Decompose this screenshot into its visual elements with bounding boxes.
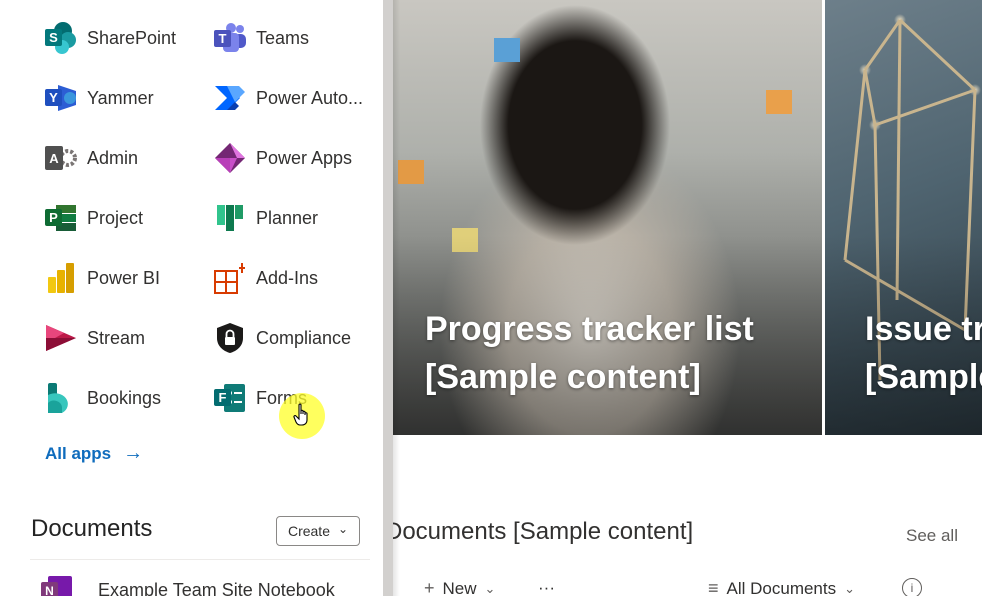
- more-actions-button[interactable]: ···: [538, 578, 555, 596]
- hero-title-line: [Sample content]: [425, 358, 701, 396]
- new-button[interactable]: + New ⌄: [424, 578, 495, 596]
- hero-tile-issue-tracker[interactable]: Issue tra [Sample: [825, 0, 982, 435]
- app-yammer[interactable]: Y Yammer: [44, 78, 154, 118]
- hero-title-line: Progress tracker list: [425, 310, 754, 348]
- app-sharepoint[interactable]: S SharePoint: [44, 18, 176, 58]
- teams-icon: T: [213, 21, 247, 55]
- arrow-right-icon: →: [123, 442, 144, 464]
- view-options-icon: ≡: [708, 578, 719, 596]
- documents-title: Documents: [31, 515, 153, 542]
- sharepoint-icon: S: [44, 21, 78, 55]
- svg-text:P: P: [49, 210, 58, 225]
- svg-text:N: N: [45, 584, 54, 596]
- chevron-down-icon: ⌄: [337, 522, 349, 536]
- svg-text:A: A: [49, 151, 59, 166]
- documents-section-heading: Documents [Sample content]: [385, 518, 694, 545]
- app-bookings[interactable]: Bookings: [44, 378, 161, 418]
- bookings-icon: [44, 381, 78, 415]
- sticky-note: [494, 38, 520, 62]
- see-all-link[interactable]: See all: [906, 526, 958, 546]
- all-apps-link[interactable]: All apps →: [45, 442, 143, 465]
- stream-icon: [44, 321, 78, 355]
- svg-text:T: T: [219, 31, 227, 46]
- power-bi-icon: [44, 261, 78, 295]
- project-icon: P: [44, 201, 78, 235]
- onenote-icon: N: [40, 576, 74, 596]
- app-planner[interactable]: Planner: [213, 198, 318, 238]
- hero-tile-progress-tracker[interactable]: Progress tracker list [Sample content]: [390, 0, 822, 435]
- app-admin[interactable]: A Admin: [44, 138, 138, 178]
- view-selector[interactable]: ≡ All Documents ⌄: [708, 578, 855, 596]
- hand-pointer-icon: [293, 403, 311, 432]
- app-launcher-panel: S SharePoint T Teams Y Yammer Power Auto…: [0, 0, 383, 596]
- hero-title: Progress tracker list [Sample content]: [425, 305, 805, 401]
- divider: [30, 559, 370, 560]
- chevron-down-icon: ⌄: [484, 580, 496, 596]
- svg-text:F: F: [219, 390, 227, 405]
- sticky-note: [398, 160, 424, 184]
- info-button[interactable]: i: [902, 578, 922, 596]
- app-power-bi[interactable]: Power BI: [44, 258, 160, 298]
- app-stream[interactable]: Stream: [44, 318, 145, 358]
- hero-title: Issue tra [Sample: [865, 305, 982, 401]
- hero-title-line: [Sample: [865, 358, 982, 396]
- app-project[interactable]: P Project: [44, 198, 143, 238]
- document-command-bar: + New ⌄ ··· ≡ All Documents ⌄ i: [420, 578, 982, 596]
- power-apps-icon: [213, 141, 247, 175]
- yammer-icon: Y: [44, 81, 78, 115]
- forms-icon: F: [213, 381, 247, 415]
- app-teams[interactable]: T Teams: [213, 18, 309, 58]
- add-ins-icon: [213, 261, 247, 295]
- compliance-icon: [213, 321, 247, 355]
- chevron-down-icon: ⌄: [844, 580, 856, 596]
- app-power-apps[interactable]: Power Apps: [213, 138, 352, 178]
- svg-text:S: S: [49, 30, 58, 45]
- create-button[interactable]: Create ⌄: [276, 516, 360, 546]
- app-power-automate[interactable]: Power Auto...: [213, 78, 363, 118]
- power-automate-icon: [213, 81, 247, 115]
- sticky-note: [766, 90, 792, 114]
- planner-icon: [213, 201, 247, 235]
- info-icon: i: [902, 578, 922, 596]
- app-add-ins[interactable]: Add-Ins: [213, 258, 318, 298]
- panel-scrollbar[interactable]: [383, 0, 393, 596]
- plus-icon: +: [424, 578, 435, 596]
- app-compliance[interactable]: Compliance: [213, 318, 351, 358]
- recent-document-item[interactable]: N Example Team Site Notebook: [40, 576, 335, 596]
- hero-title-line: Issue tra: [865, 310, 982, 348]
- svg-text:Y: Y: [49, 90, 58, 105]
- admin-icon: A: [44, 141, 78, 175]
